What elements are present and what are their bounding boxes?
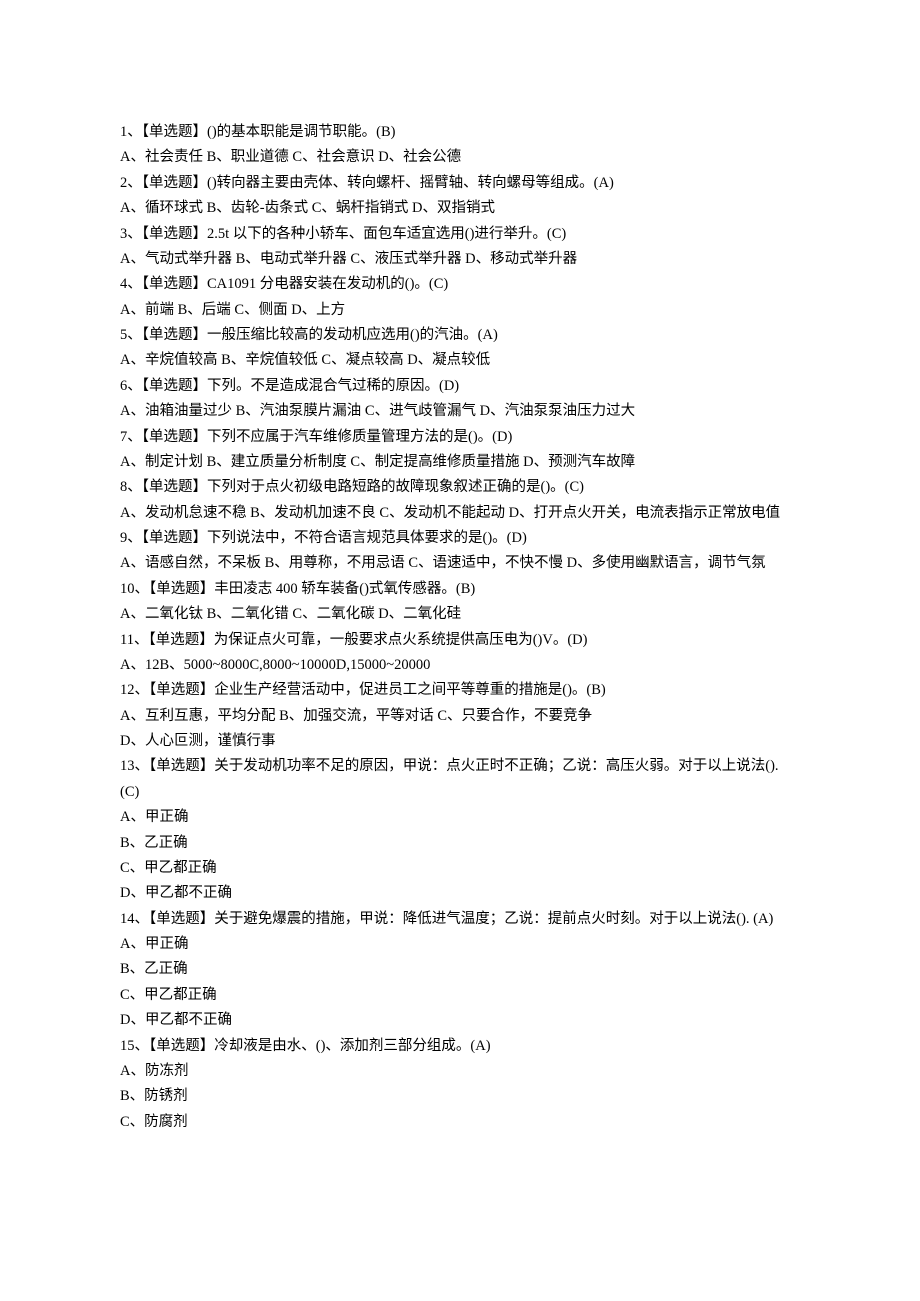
text-line: 13、【单选题】关于发动机功率不足的原因，甲说：点火正时不正确；乙说：高压火弱。… (120, 754, 800, 805)
text-line: 9、【单选题】下列说法中，不符合语言规范具体要求的是()。(D) (120, 526, 800, 551)
text-line: 10、【单选题】丰田凌志 400 轿车装备()式氧传感器。(B) (120, 577, 800, 602)
text-line: C、甲乙都正确 (120, 856, 800, 881)
text-line: A、制定计划 B、建立质量分析制度 C、制定提高维修质量措施 D、预测汽车故障 (120, 450, 800, 475)
text-line: C、甲乙都正确 (120, 983, 800, 1008)
text-line: 6、【单选题】下列。不是造成混合气过稀的原因。(D) (120, 374, 800, 399)
text-line: D、人心叵测，谨慎行事 (120, 729, 800, 754)
text-line: 2、【单选题】()转向器主要由壳体、转向螺杆、摇臂轴、转向螺母等组成。(A) (120, 171, 800, 196)
text-line: A、发动机怠速不稳 B、发动机加速不良 C、发动机不能起动 D、打开点火开关，电… (120, 501, 800, 526)
text-line: 7、【单选题】下列不应属于汽车维修质量管理方法的是()。(D) (120, 425, 800, 450)
text-line: B、乙正确 (120, 957, 800, 982)
text-line: A、甲正确 (120, 805, 800, 830)
text-line: D、甲乙都不正确 (120, 1008, 800, 1033)
text-line: A、社会责任 B、职业道德 C、社会意识 D、社会公德 (120, 145, 800, 170)
text-line: A、语感自然，不呆板 B、用尊称，不用忌语 C、语速适中，不快不慢 D、多使用幽… (120, 551, 800, 576)
text-line: A、二氧化钛 B、二氧化错 C、二氧化碳 D、二氧化硅 (120, 602, 800, 627)
document-body: 1、【单选题】()的基本职能是调节职能。(B)A、社会责任 B、职业道德 C、社… (0, 0, 920, 1195)
text-line: 12、【单选题】企业生产经营活动中，促进员工之间平等尊重的措施是()。(B) (120, 678, 800, 703)
text-line: 15、【单选题】冷却液是由水、()、添加剂三部分组成。(A) (120, 1034, 800, 1059)
text-line: 1、【单选题】()的基本职能是调节职能。(B) (120, 120, 800, 145)
text-line: A、循环球式 B、齿轮-齿条式 C、蜗杆指销式 D、双指销式 (120, 196, 800, 221)
text-line: C、防腐剂 (120, 1110, 800, 1135)
text-line: B、乙正确 (120, 831, 800, 856)
text-line: A、辛烷值较高 B、辛烷值较低 C、凝点较高 D、凝点较低 (120, 348, 800, 373)
text-line: 14、【单选题】关于避免爆震的措施，甲说：降低进气温度；乙说：提前点火时刻。对于… (120, 907, 800, 932)
text-line: A、互利互惠，平均分配 B、加强交流，平等对话 C、只要合作，不要竞争 (120, 704, 800, 729)
text-line: A、12B、5000~8000C,8000~10000D,15000~20000 (120, 653, 800, 678)
text-line: A、油箱油量过少 B、汽油泵膜片漏油 C、进气歧管漏气 D、汽油泵泵油压力过大 (120, 399, 800, 424)
text-line: D、甲乙都不正确 (120, 881, 800, 906)
text-line: 4、【单选题】CA1091 分电器安装在发动机的()。(C) (120, 272, 800, 297)
text-line: 5、【单选题】一般压缩比较高的发动机应选用()的汽油。(A) (120, 323, 800, 348)
text-line: 3、【单选题】2.5t 以下的各种小轿车、面包车适宜选用()进行举升。(C) (120, 222, 800, 247)
text-line: 8、【单选题】下列对于点火初级电路短路的故障现象叙述正确的是()。(C) (120, 475, 800, 500)
text-line: A、甲正确 (120, 932, 800, 957)
text-line: A、防冻剂 (120, 1059, 800, 1084)
text-line: 11、【单选题】为保证点火可靠，一般要求点火系统提供高压电为()V。(D) (120, 628, 800, 653)
text-line: B、防锈剂 (120, 1084, 800, 1109)
text-line: A、前端 B、后端 C、侧面 D、上方 (120, 298, 800, 323)
text-line: A、气动式举升器 B、电动式举升器 C、液压式举升器 D、移动式举升器 (120, 247, 800, 272)
